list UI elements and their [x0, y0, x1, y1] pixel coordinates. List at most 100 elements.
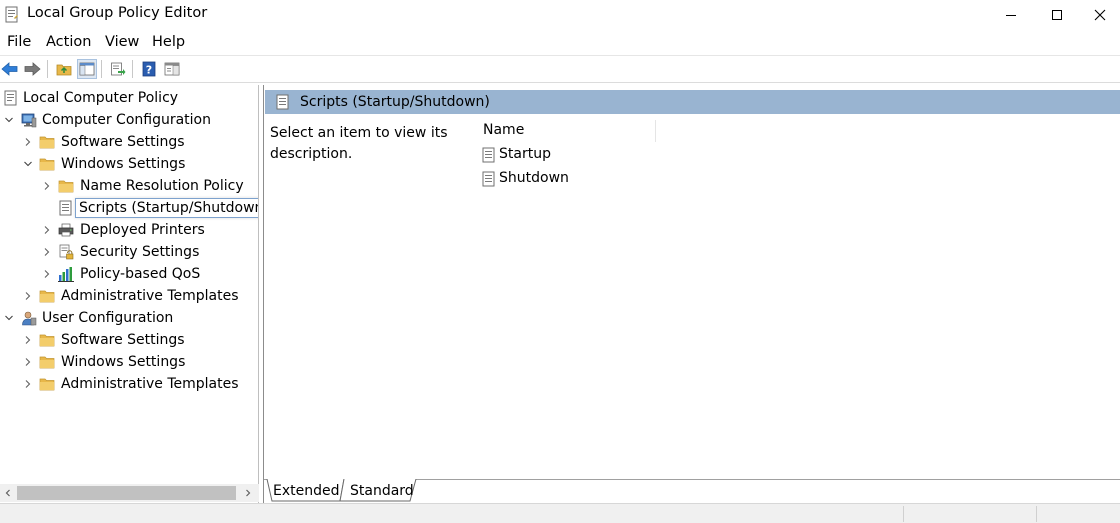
tree-item-uc-windows-settings[interactable]: Windows Settings	[0, 351, 258, 373]
status-bar	[0, 503, 1120, 523]
security-lock-icon	[59, 244, 74, 260]
export-list-button[interactable]	[108, 59, 128, 79]
menu-help[interactable]: Help	[152, 34, 185, 50]
console-tree: Local Computer Policy Computer Configura…	[0, 85, 259, 503]
tree-item-computer-configuration[interactable]: Computer Configuration	[0, 109, 258, 131]
tree-label: Administrative Templates	[61, 288, 239, 304]
collapsed-chevron-icon[interactable]	[22, 373, 34, 395]
tree-item-user-configuration[interactable]: User Configuration	[0, 307, 258, 329]
folder-icon	[39, 158, 55, 171]
tree-item-cc-administrative-templates[interactable]: Administrative Templates	[0, 285, 258, 307]
details-header: Scripts (Startup/Shutdown)	[265, 90, 1120, 114]
show-hide-action-pane-button[interactable]	[162, 59, 182, 79]
details-header-title: Scripts (Startup/Shutdown)	[300, 94, 490, 110]
up-folder-icon	[56, 64, 72, 76]
collapsed-chevron-icon[interactable]	[22, 285, 34, 307]
details-pane: Scripts (Startup/Shutdown) Select an ite…	[263, 85, 1120, 503]
list-item-shutdown[interactable]: Shutdown	[482, 168, 602, 190]
column-header-name[interactable]: Name	[482, 120, 656, 142]
folder-icon	[39, 290, 55, 303]
list-item-startup[interactable]: Startup	[482, 144, 602, 166]
tree-item-deployed-printers[interactable]: Deployed Printers	[0, 219, 258, 241]
tree-label: Windows Settings	[61, 156, 186, 172]
list-item-label: Shutdown	[499, 170, 569, 186]
expanded-chevron-icon[interactable]	[3, 307, 15, 329]
forward-button[interactable]	[22, 59, 42, 79]
collapsed-chevron-icon[interactable]	[22, 351, 34, 373]
close-icon	[1094, 9, 1106, 21]
tree-item-local-computer-policy[interactable]: Local Computer Policy	[0, 87, 258, 109]
toolbar-separator	[101, 60, 102, 78]
help-button[interactable]: ?	[139, 59, 159, 79]
svg-text:?: ?	[146, 64, 152, 77]
tree-label: Name Resolution Policy	[80, 178, 244, 194]
view-tabs: Extended Standard	[264, 479, 1120, 503]
bar-chart-icon	[58, 267, 74, 282]
properties-pane-icon	[164, 62, 180, 76]
close-button[interactable]	[1080, 0, 1120, 30]
up-one-level-button[interactable]	[54, 59, 74, 79]
collapsed-chevron-icon[interactable]	[41, 241, 53, 263]
tab-label: Extended	[273, 483, 340, 499]
collapsed-chevron-icon[interactable]	[41, 263, 53, 285]
script-document-icon	[482, 171, 495, 187]
tab-standard[interactable]: Standard	[350, 480, 414, 502]
tree-item-scripts-startup-shutdown[interactable]: Scripts (Startup/Shutdown)	[0, 197, 258, 219]
script-document-icon	[482, 147, 495, 163]
folder-icon	[39, 356, 55, 369]
forward-arrow-icon	[24, 62, 41, 76]
tree-label: Deployed Printers	[80, 222, 205, 238]
tree-label: Policy-based QoS	[80, 266, 201, 282]
maximize-icon	[1052, 10, 1062, 20]
script-document-icon	[59, 200, 72, 216]
tree-label: Software Settings	[61, 332, 185, 348]
tree-item-policy-based-qos[interactable]: Policy-based QoS	[0, 263, 258, 285]
help-icon: ?	[142, 61, 156, 77]
scroll-right-button[interactable]	[240, 484, 256, 502]
window-title: Local Group Policy Editor	[27, 5, 208, 21]
collapsed-chevron-icon[interactable]	[22, 329, 34, 351]
menu-view[interactable]: View	[105, 34, 139, 50]
back-arrow-icon	[1, 62, 18, 76]
minimize-icon	[1006, 15, 1016, 16]
tree-label: Software Settings	[61, 134, 185, 150]
folder-icon	[39, 334, 55, 347]
show-hide-console-tree-button[interactable]	[77, 59, 97, 79]
expanded-chevron-icon[interactable]	[3, 109, 15, 131]
tree-horizontal-scrollbar[interactable]	[0, 484, 259, 502]
back-button[interactable]	[0, 59, 20, 79]
user-icon	[22, 311, 37, 326]
collapsed-chevron-icon[interactable]	[22, 131, 34, 153]
expanded-chevron-icon[interactable]	[22, 153, 34, 175]
tree-item-uc-software-settings[interactable]: Software Settings	[0, 329, 258, 351]
menu-bar: File Action View Help	[0, 31, 1120, 55]
tree-item-cc-windows-settings[interactable]: Windows Settings	[0, 153, 258, 175]
printer-icon	[58, 223, 74, 237]
collapsed-chevron-icon[interactable]	[41, 175, 53, 197]
tree-label: Local Computer Policy	[23, 90, 179, 106]
maximize-button[interactable]	[1034, 0, 1080, 30]
tree-item-cc-software-settings[interactable]: Software Settings	[0, 131, 258, 153]
tree-label: Administrative Templates	[61, 376, 239, 392]
computer-icon	[21, 113, 37, 128]
collapsed-chevron-icon[interactable]	[41, 219, 53, 241]
tree-item-name-resolution-policy[interactable]: Name Resolution Policy	[0, 175, 258, 197]
scroll-left-button[interactable]	[0, 484, 16, 502]
chevron-left-icon	[5, 489, 10, 497]
menu-file[interactable]: File	[7, 34, 31, 50]
group-policy-editor-window: Local Group Policy Editor File Action Vi…	[0, 0, 1120, 523]
status-separator	[903, 506, 904, 522]
tree-item-security-settings[interactable]: Security Settings	[0, 241, 258, 263]
tree-label-selected: Scripts (Startup/Shutdown)	[75, 198, 258, 218]
menu-action[interactable]: Action	[46, 34, 91, 50]
toolbar: ?	[0, 56, 1120, 83]
tree-label: Windows Settings	[61, 354, 186, 370]
scrollbar-thumb[interactable]	[17, 486, 236, 500]
minimize-button[interactable]	[988, 0, 1034, 30]
list-item-label: Startup	[499, 146, 551, 162]
show-hide-tree-icon	[79, 62, 95, 76]
tree-label: Computer Configuration	[42, 112, 211, 128]
export-list-icon	[111, 62, 126, 76]
tab-extended[interactable]: Extended	[273, 480, 341, 502]
tree-item-uc-administrative-templates[interactable]: Administrative Templates	[0, 373, 258, 395]
